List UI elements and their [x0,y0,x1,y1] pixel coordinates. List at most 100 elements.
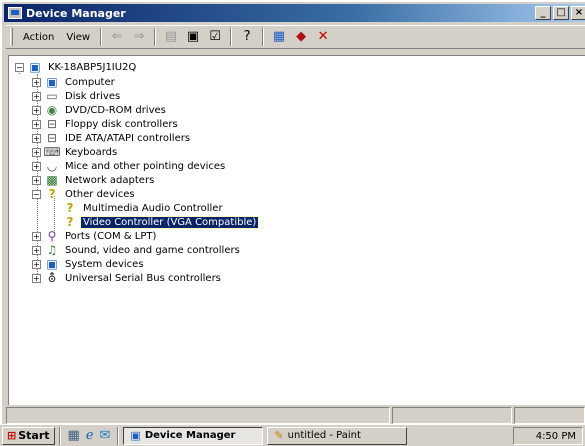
tree-item-sound[interactable]: + ♫ Sound, video and game controllers [32,243,242,257]
close-button[interactable]: × [571,6,585,20]
maximize-button[interactable]: □ [553,6,569,20]
tree-item-label: Computer [65,76,115,88]
tree-item-usb[interactable]: + ⛢ Universal Serial Bus controllers [32,271,223,285]
tree-item-video-controller[interactable]: ? Video Controller (VGA Compatible) [62,215,260,229]
outlook-express-icon[interactable]: ✉ [100,428,111,443]
tree-item-multimedia-audio[interactable]: ? Multimedia Audio Controller [62,201,225,215]
tree-item-label: Mice and other pointing devices [65,160,226,172]
tree-item-label: Universal Serial Bus controllers [65,272,221,284]
show-desktop-icon[interactable]: ▦ [68,428,80,443]
tree-item-network[interactable]: + ▩ Network adapters [32,173,156,187]
mouse-icon: ◡ [46,159,58,173]
expand-toggle[interactable]: + [32,245,41,255]
computer-icon: ▣ [46,75,58,89]
expand-toggle[interactable]: + [32,231,41,241]
tree-item-label-selected: Video Controller (VGA Compatible) [79,215,260,229]
ide-controller-icon: ⊟ [46,131,58,145]
network-adapter-icon: ▩ [46,173,58,187]
usb-icon: ⛢ [47,271,57,285]
tree-item-label: Sound, video and game controllers [65,244,240,256]
system-device-icon: ▣ [46,257,58,271]
taskbar: ⊞ Start ▦ ℯ ✉ ▣ Device Manager ✎ untitle… [0,424,585,446]
task-label: Device Manager [144,430,236,441]
cdrom-icon: ◉ [46,103,58,117]
toolbar: Action View ⇐ ⇒ ▤ ▣ ☑ ? ▦ ◆ ✕ [6,25,585,49]
tree-item-label: Keyboards [65,146,118,158]
tree-item-label: Disk drives [65,90,121,102]
toolbar-separator [262,28,265,46]
show-hide-tree-icon[interactable]: ▣ [185,29,201,45]
tree-item-label: Multimedia Audio Controller [83,202,223,214]
uninstall-icon[interactable]: ✕ [315,29,331,45]
expand-toggle[interactable]: + [32,77,41,87]
minimize-button[interactable]: _ [535,6,551,20]
tree-item-ide[interactable]: + ⊟ IDE ATA/ATAPI controllers [32,131,192,145]
expand-toggle[interactable]: + [32,119,41,129]
clock[interactable]: 4:50 PM [536,431,576,442]
help-icon[interactable]: ? [239,29,255,45]
expand-toggle[interactable]: + [32,147,41,157]
tree-item-label: Network adapters [65,174,155,186]
menu-action[interactable]: Action [17,30,60,45]
floppy-controller-icon: ⊟ [46,117,58,131]
status-panel-main [6,407,390,424]
tree-item-other-devices[interactable]: − ? Other devices [32,187,137,201]
tree-item-label: Ports (COM & LPT) [65,230,157,242]
start-button[interactable]: ⊞ Start [2,426,55,445]
taskbar-separator [58,426,61,445]
tree-item-floppy[interactable]: + ⊟ Floppy disk controllers [32,117,180,131]
expand-toggle[interactable]: + [32,273,41,283]
tree-item-dvd-cdrom[interactable]: + ◉ DVD/CD-ROM drives [32,103,168,117]
start-label: Start [18,429,50,442]
tree-item-label: DVD/CD-ROM drives [65,104,166,116]
toolbar-separator [100,28,103,46]
status-panel-3 [514,407,585,424]
menu-view[interactable]: View [60,30,96,45]
tree-item-disk-drives[interactable]: + ▭ Disk drives [32,89,122,103]
device-manager-window: Device Manager _ □ × Action View ⇐ ⇒ ▤ ▣… [0,0,585,424]
tree-root-label: KK-18ABP5J1IU2Q [48,61,137,73]
expand-toggle[interactable]: + [32,105,41,115]
scan-hardware-icon[interactable]: ▦ [271,29,287,45]
back-arrow-icon[interactable]: ⇐ [109,29,125,45]
expand-toggle[interactable]: + [32,91,41,101]
task-label: untitled - Paint [287,430,361,441]
tree-item-ports[interactable]: + ⚲ Ports (COM & LPT) [32,229,158,243]
tree-connector [54,196,55,233]
status-panel-2 [392,407,512,424]
expand-toggle[interactable]: + [32,175,41,185]
tree-item-label: IDE ATA/ATAPI controllers [65,132,191,144]
device-tree-pane[interactable]: − ▣ KK-18ABP5J1IU2Q + ▣ Computer + ▭ Dis… [8,55,585,405]
port-icon: ⚲ [47,229,57,243]
device-manager-icon [8,7,22,19]
tree-root[interactable]: − ▣ KK-18ABP5J1IU2Q [15,60,138,74]
expand-toggle[interactable]: + [32,161,41,171]
tree-item-computer[interactable]: + ▣ Computer [32,75,117,89]
task-device-manager[interactable]: ▣ Device Manager [123,426,264,445]
expand-toggle[interactable]: + [32,259,41,269]
internet-explorer-icon[interactable]: ℯ [86,428,94,443]
computer-icon: ▣ [29,60,41,74]
forward-arrow-icon[interactable]: ⇒ [131,29,147,45]
up-folder-icon[interactable]: ▤ [163,29,179,45]
toolbar-grip[interactable] [10,28,13,46]
system-tray: 4:50 PM [513,427,583,445]
update-driver-icon[interactable]: ◆ [293,29,309,45]
expand-toggle[interactable]: + [32,133,41,143]
tree-item-system-devices[interactable]: + ▣ System devices [32,257,146,271]
disk-drive-icon: ▭ [46,89,58,103]
properties-icon[interactable]: ☑ [207,29,223,45]
tree-item-label: Other devices [65,188,135,200]
unknown-device-icon: ? [66,201,74,215]
title-bar[interactable]: Device Manager _ □ × [4,4,585,22]
task-paint[interactable]: ✎ untitled - Paint [267,426,408,445]
toolbar-separator [154,28,157,46]
collapse-toggle[interactable]: − [15,62,24,72]
toolbar-separator [230,28,233,46]
tree-item-keyboards[interactable]: + ⌨ Keyboards [32,145,119,159]
keyboard-icon: ⌨ [43,145,61,159]
tree-item-mice[interactable]: + ◡ Mice and other pointing devices [32,159,227,173]
collapse-toggle[interactable]: − [32,189,41,199]
status-bar [6,407,585,424]
windows-logo-icon: ⊞ [7,429,17,442]
